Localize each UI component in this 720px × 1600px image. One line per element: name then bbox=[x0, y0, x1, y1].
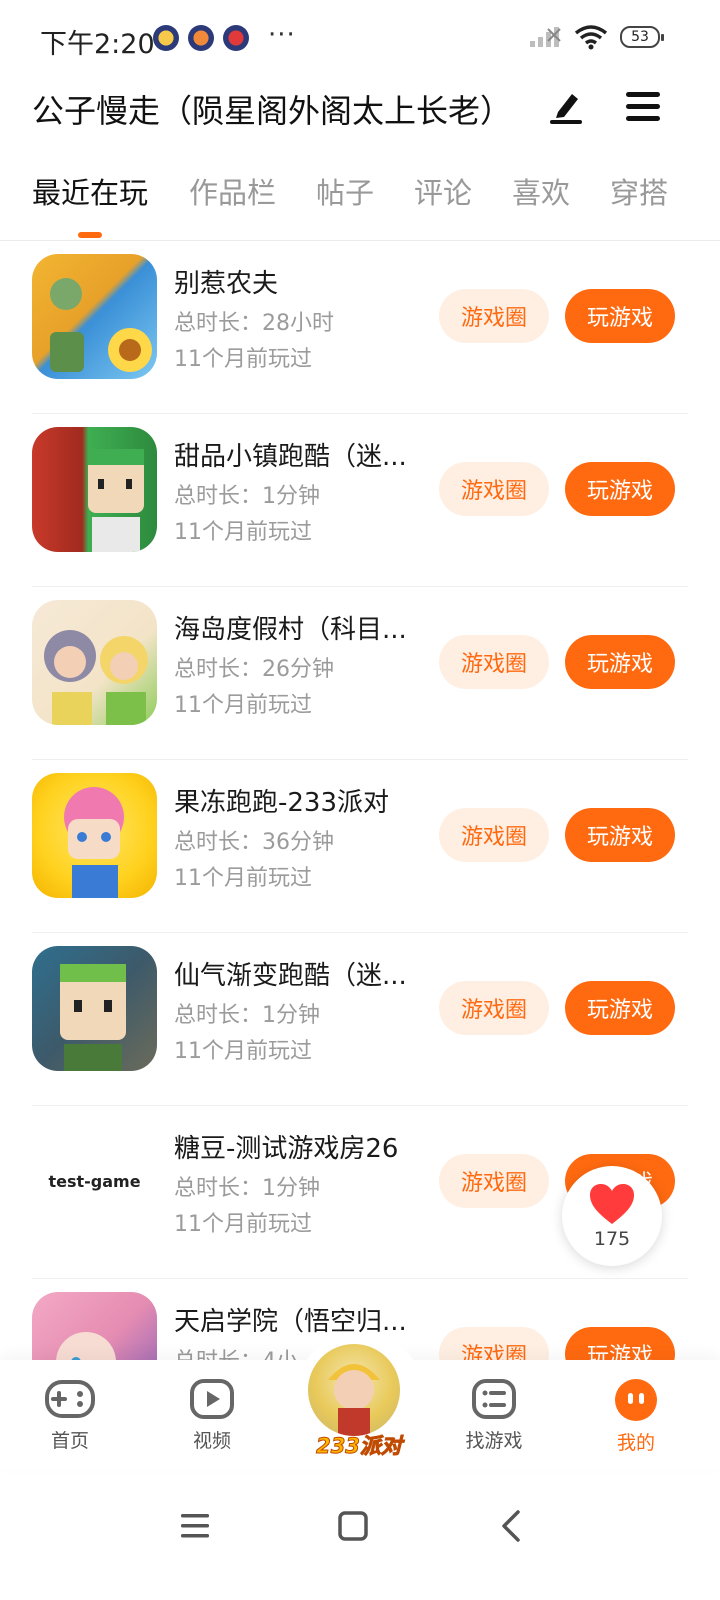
wifi-icon bbox=[574, 25, 608, 50]
page-title: 公子慢走（陨星阁外阁太上长老） bbox=[32, 92, 513, 130]
game-circle-button[interactable]: 游戏圈 bbox=[439, 289, 549, 343]
gamepad-icon bbox=[45, 1380, 95, 1418]
bottom-nav: 首页 视频 233派对 找游戏 我的 bbox=[0, 1334, 720, 1470]
battery-icon: 53 bbox=[620, 26, 664, 48]
play-game-button[interactable]: 玩游戏 bbox=[565, 981, 675, 1035]
like-float-button[interactable]: 175 bbox=[562, 1166, 662, 1266]
nav-find-games[interactable]: 找游戏 bbox=[444, 1378, 544, 1453]
home-icon[interactable] bbox=[333, 1506, 373, 1546]
game-circle-button[interactable]: 游戏圈 bbox=[439, 1154, 549, 1208]
face-icon bbox=[615, 1379, 657, 1421]
game-name: 果冻跑跑-233派对 bbox=[174, 788, 390, 818]
game-circle-button[interactable]: 游戏圈 bbox=[439, 635, 549, 689]
app-notification-icon bbox=[188, 25, 214, 51]
game-thumbnail bbox=[32, 946, 157, 1071]
play-game-button[interactable]: 玩游戏 bbox=[565, 289, 675, 343]
game-row[interactable]: 别惹农夫 总时长：28小时 11个月前玩过 游戏圈 玩游戏 bbox=[0, 241, 720, 414]
app-notification-icon bbox=[153, 25, 179, 51]
list-icon bbox=[472, 1379, 516, 1419]
back-icon[interactable] bbox=[492, 1506, 532, 1546]
game-last-played: 11个月前玩过 bbox=[174, 1039, 312, 1064]
party-label: 233派对 bbox=[316, 1434, 403, 1459]
game-row[interactable]: 果冻跑跑-233派对 总时长：36分钟 11个月前玩过 游戏圈 玩游戏 bbox=[0, 760, 720, 933]
game-last-played: 11个月前玩过 bbox=[174, 520, 312, 545]
nav-label: 首页 bbox=[50, 1430, 89, 1452]
game-thumbnail: test-game bbox=[32, 1119, 157, 1244]
play-game-button[interactable]: 玩游戏 bbox=[565, 635, 675, 689]
game-name: 别惹农夫 bbox=[174, 269, 279, 299]
game-name: 甜品小镇跑酷（迷... bbox=[174, 442, 407, 472]
tab-recently-played[interactable]: 最近在玩 bbox=[32, 170, 148, 212]
game-duration: 总时长：28小时 bbox=[174, 311, 334, 336]
recent-apps-icon[interactable] bbox=[175, 1506, 215, 1546]
tab-outfits[interactable]: 穿搭 bbox=[610, 170, 668, 212]
more-notifications-icon: ··· bbox=[268, 20, 296, 50]
game-thumbnail-text: test-game bbox=[32, 1119, 157, 1244]
nav-label: 找游戏 bbox=[465, 1430, 523, 1452]
status-time: 下午2:20 bbox=[40, 29, 155, 60]
header: 公子慢走（陨星阁外阁太上长老） bbox=[0, 76, 720, 146]
play-icon bbox=[190, 1379, 234, 1419]
game-row[interactable]: 甜品小镇跑酷（迷... 总时长：1分钟 11个月前玩过 游戏圈 玩游戏 bbox=[0, 414, 720, 587]
game-duration: 总时长：26分钟 bbox=[174, 657, 334, 682]
game-last-played: 11个月前玩过 bbox=[174, 347, 312, 372]
game-thumbnail bbox=[32, 427, 157, 552]
game-thumbnail bbox=[32, 773, 157, 898]
game-circle-button[interactable]: 游戏圈 bbox=[439, 1327, 549, 1361]
nav-video[interactable]: 视频 bbox=[162, 1378, 262, 1453]
game-duration: 总时长：1分钟 bbox=[174, 1003, 320, 1028]
game-duration: 总时长：36分钟 bbox=[174, 830, 334, 855]
game-thumbnail bbox=[32, 254, 157, 379]
play-game-button[interactable]: 玩游戏 bbox=[565, 808, 675, 862]
game-circle-button[interactable]: 游戏圈 bbox=[439, 808, 549, 862]
tab-comments[interactable]: 评论 bbox=[414, 170, 472, 212]
party-avatar[interactable] bbox=[308, 1344, 400, 1436]
game-name: 海岛度假村（科目... bbox=[174, 615, 407, 645]
play-game-button[interactable]: 玩游戏 bbox=[565, 462, 675, 516]
game-circle-button[interactable]: 游戏圈 bbox=[439, 981, 549, 1035]
tab-posts[interactable]: 帖子 bbox=[316, 170, 374, 212]
game-name: 仙气渐变跑酷（迷... bbox=[174, 961, 407, 991]
tab-indicator bbox=[78, 232, 102, 238]
nav-label: 视频 bbox=[192, 1430, 231, 1452]
heart-icon bbox=[590, 1184, 634, 1224]
game-row[interactable]: 仙气渐变跑酷（迷... 总时长：1分钟 11个月前玩过 游戏圈 玩游戏 bbox=[0, 933, 720, 1106]
game-last-played: 11个月前玩过 bbox=[174, 693, 312, 718]
like-count: 175 bbox=[593, 1228, 631, 1250]
system-nav bbox=[0, 1470, 720, 1600]
game-duration: 总时长：1分钟 bbox=[174, 484, 320, 509]
tab-works[interactable]: 作品栏 bbox=[189, 170, 276, 212]
game-name: 糖豆-测试游戏房26 bbox=[174, 1134, 399, 1164]
game-last-played: 11个月前玩过 bbox=[174, 866, 312, 891]
game-duration: 总时长：1分钟 bbox=[174, 1176, 320, 1201]
tab-likes[interactable]: 喜欢 bbox=[512, 170, 570, 212]
game-thumbnail bbox=[32, 1292, 157, 1361]
game-name: 天启学院（悟空归... bbox=[174, 1307, 407, 1337]
profile-tabs: 最近在玩 作品栏 帖子 评论 喜欢 穿搭 bbox=[0, 170, 720, 240]
game-duration: 总时长：4小 bbox=[174, 1343, 298, 1361]
game-circle-button[interactable]: 游戏圈 bbox=[439, 462, 549, 516]
edit-icon[interactable] bbox=[546, 86, 586, 126]
signal-icon bbox=[530, 27, 561, 47]
status-indicators: 53 bbox=[528, 24, 664, 50]
status-bar: 下午2:20 ··· 53 bbox=[0, 0, 720, 76]
menu-icon[interactable] bbox=[622, 88, 664, 126]
nav-me[interactable]: 我的 bbox=[586, 1378, 686, 1455]
nav-home[interactable]: 首页 bbox=[20, 1378, 120, 1453]
nav-label: 我的 bbox=[616, 1432, 655, 1454]
play-game-button[interactable]: 玩游戏 bbox=[565, 1327, 675, 1361]
game-last-played: 11个月前玩过 bbox=[174, 1212, 312, 1237]
app-notification-icon bbox=[223, 25, 249, 51]
game-thumbnail bbox=[32, 600, 157, 725]
game-row[interactable]: 海岛度假村（科目... 总时长：26分钟 11个月前玩过 游戏圈 玩游戏 bbox=[0, 587, 720, 760]
